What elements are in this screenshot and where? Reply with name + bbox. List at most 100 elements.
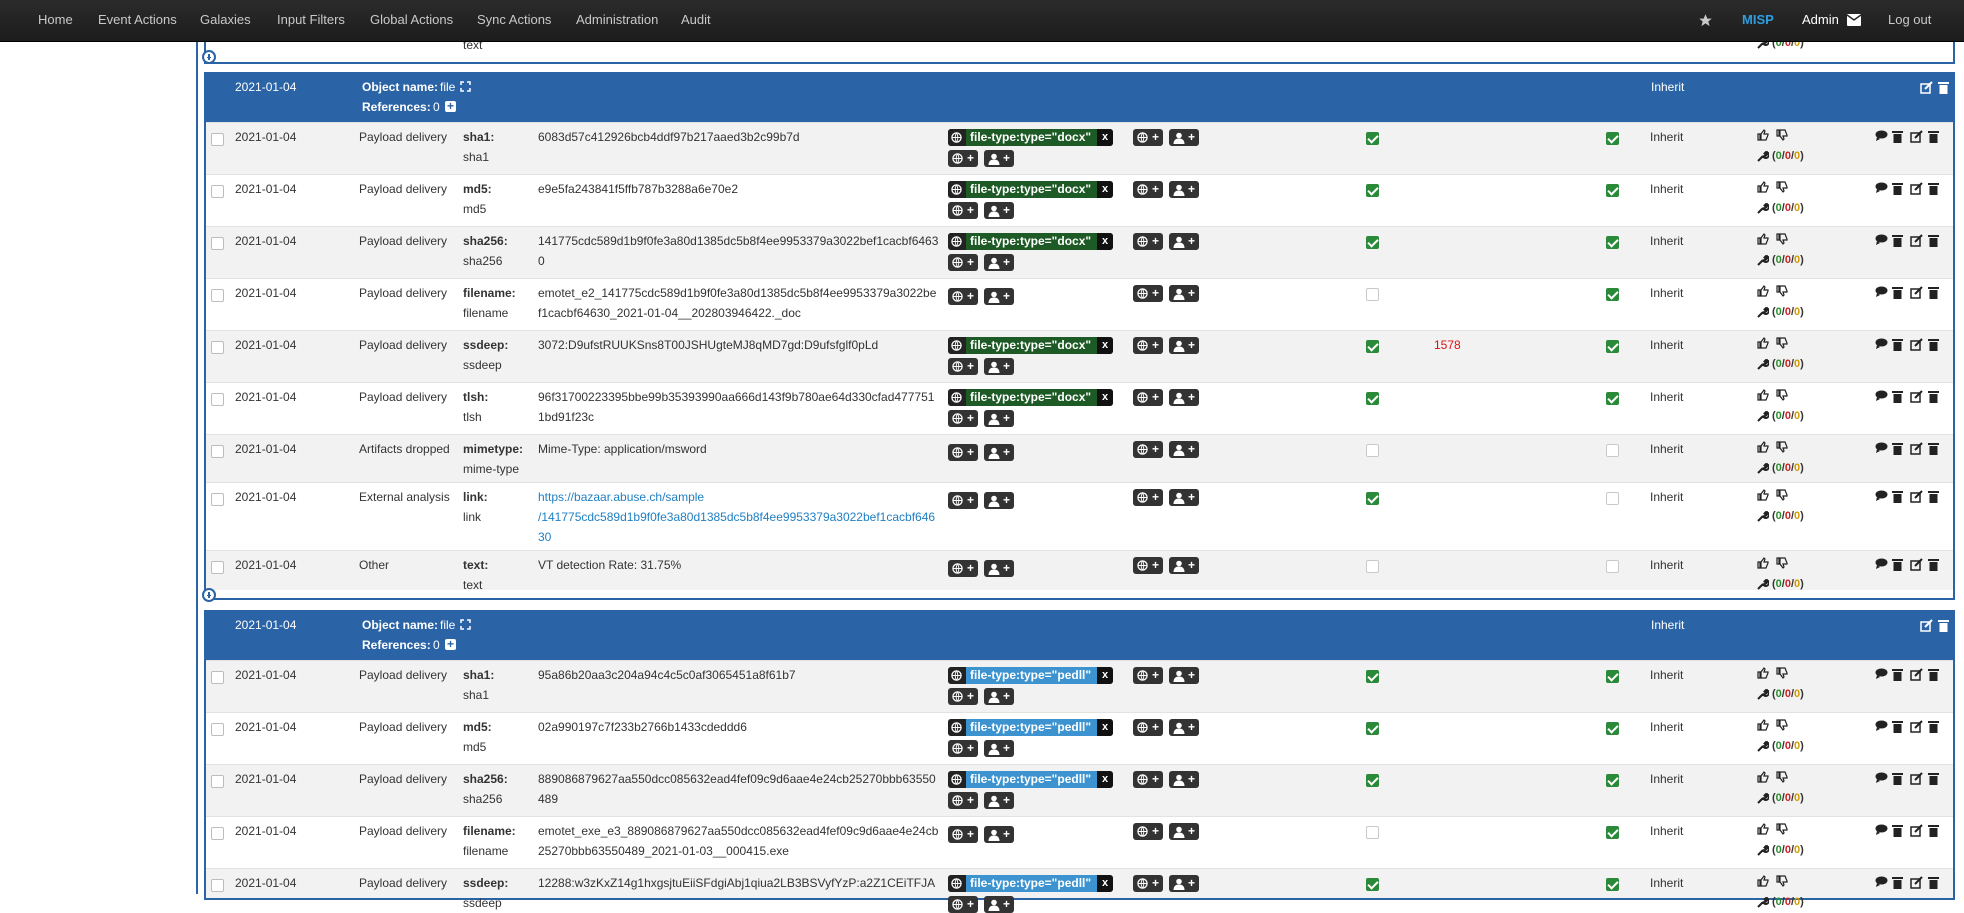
edit-object-icon[interactable] — [1920, 81, 1933, 94]
trash-icon[interactable] — [1892, 720, 1903, 736]
trash-icon[interactable] — [1892, 182, 1903, 198]
comment-icon[interactable] — [1875, 668, 1888, 682]
thumbs-up-icon[interactable] — [1757, 181, 1769, 196]
thumbs-up-icon[interactable] — [1757, 337, 1769, 352]
add-galaxy-button[interactable]: + — [1133, 771, 1163, 788]
add-local-tag-button[interactable]: + — [984, 288, 1014, 305]
delete-object-icon[interactable] — [1938, 619, 1949, 632]
edit-icon[interactable] — [1910, 824, 1923, 840]
delete-icon[interactable] — [1928, 824, 1939, 840]
to-ids-checkbox[interactable] — [1366, 670, 1379, 683]
comment-icon[interactable] — [1875, 286, 1888, 300]
select-checkbox[interactable] — [211, 393, 224, 406]
remove-tag-icon[interactable]: x — [1097, 719, 1113, 736]
add-galaxy-button[interactable]: + — [1133, 823, 1163, 840]
add-galaxy-button[interactable]: + — [1133, 557, 1163, 574]
attribute-link[interactable]: /141775cdc589d1b9f0fe3a80d1385dc5b8f4ee9… — [538, 510, 935, 524]
add-local-tag-button[interactable]: + — [1169, 233, 1199, 250]
wrench-icon[interactable] — [1757, 792, 1770, 807]
thumbs-up-icon[interactable] — [1757, 823, 1769, 838]
select-checkbox[interactable] — [211, 133, 224, 146]
add-galaxy-button[interactable]: + — [948, 688, 978, 705]
add-local-tag-button[interactable]: + — [984, 688, 1014, 705]
add-local-tag-button[interactable]: + — [1169, 823, 1199, 840]
edit-icon[interactable] — [1910, 234, 1923, 250]
select-checkbox[interactable] — [211, 185, 224, 198]
add-local-tag-button[interactable]: + — [1169, 389, 1199, 406]
misp-brand-link[interactable]: MISP — [1742, 0, 1774, 42]
wrench-icon[interactable] — [1757, 202, 1770, 217]
to-ids-checkbox[interactable] — [1366, 722, 1379, 735]
edit-icon[interactable] — [1910, 130, 1923, 146]
attribute-link[interactable]: 30 — [538, 530, 551, 544]
thumbs-down-icon[interactable] — [1776, 823, 1788, 838]
correlate-checkbox[interactable] — [1606, 774, 1619, 787]
add-local-tag-button[interactable]: + — [1169, 129, 1199, 146]
thumbs-down-icon[interactable] — [1776, 181, 1788, 196]
add-local-tag-button[interactable]: + — [984, 410, 1014, 427]
add-local-tag-button[interactable]: + — [1169, 771, 1199, 788]
wrench-icon[interactable] — [1757, 740, 1770, 755]
trash-icon[interactable] — [1892, 390, 1903, 406]
edit-icon[interactable] — [1910, 490, 1923, 506]
thumbs-down-icon[interactable] — [1776, 337, 1788, 352]
thumbs-down-icon[interactable] — [1776, 719, 1788, 734]
add-galaxy-button[interactable]: + — [1133, 489, 1163, 506]
comment-icon[interactable] — [1875, 558, 1888, 572]
delete-object-icon[interactable] — [1938, 81, 1949, 94]
delete-icon[interactable] — [1928, 442, 1939, 458]
nav-sync-actions[interactable]: Sync Actions — [477, 0, 551, 42]
add-local-tag-button[interactable]: + — [1169, 337, 1199, 354]
add-local-tag-button[interactable]: + — [984, 896, 1014, 913]
add-galaxy-button[interactable]: + — [948, 444, 978, 461]
add-galaxy-button[interactable]: + — [948, 826, 978, 843]
wrench-icon[interactable] — [1757, 410, 1770, 425]
thumbs-down-icon[interactable] — [1776, 285, 1788, 300]
add-galaxy-button[interactable]: + — [1133, 337, 1163, 354]
add-galaxy-button[interactable]: + — [1133, 667, 1163, 684]
edit-icon[interactable] — [1910, 558, 1923, 574]
add-local-tag-button[interactable]: + — [984, 254, 1014, 271]
correlate-checkbox[interactable] — [1606, 184, 1619, 197]
to-ids-checkbox[interactable] — [1366, 774, 1379, 787]
delete-icon[interactable] — [1928, 558, 1939, 574]
comment-icon[interactable] — [1875, 442, 1888, 456]
add-local-tag-button[interactable]: + — [1169, 557, 1199, 574]
correlate-checkbox[interactable] — [1606, 340, 1619, 353]
add-local-tag-button[interactable]: + — [984, 358, 1014, 375]
add-local-tag-button[interactable]: + — [1169, 667, 1199, 684]
thumbs-up-icon[interactable] — [1757, 233, 1769, 248]
add-local-tag-button[interactable]: + — [984, 492, 1014, 509]
select-checkbox[interactable] — [211, 879, 224, 892]
add-object-reference-icon[interactable] — [202, 588, 216, 602]
select-checkbox[interactable] — [211, 723, 224, 736]
delete-icon[interactable] — [1928, 390, 1939, 406]
edit-icon[interactable] — [1910, 772, 1923, 788]
add-local-tag-button[interactable]: + — [984, 444, 1014, 461]
correlate-checkbox[interactable] — [1606, 492, 1619, 505]
add-local-tag-button[interactable]: + — [1169, 875, 1199, 892]
add-reference-icon[interactable]: + — [445, 638, 456, 650]
edit-icon[interactable] — [1910, 442, 1923, 458]
add-local-tag-button[interactable]: + — [984, 792, 1014, 809]
trash-icon[interactable] — [1892, 824, 1903, 840]
comment-icon[interactable] — [1875, 390, 1888, 404]
thumbs-up-icon[interactable] — [1757, 667, 1769, 682]
delete-icon[interactable] — [1928, 338, 1939, 354]
thumbs-down-icon[interactable] — [1776, 441, 1788, 456]
delete-icon[interactable] — [1928, 876, 1939, 892]
correlate-checkbox[interactable] — [1606, 392, 1619, 405]
add-local-tag-button[interactable]: + — [1169, 719, 1199, 736]
thumbs-up-icon[interactable] — [1757, 771, 1769, 786]
wrench-icon[interactable] — [1757, 688, 1770, 703]
edit-icon[interactable] — [1910, 286, 1923, 302]
thumbs-up-icon[interactable] — [1757, 129, 1769, 144]
add-galaxy-button[interactable]: + — [1133, 441, 1163, 458]
comment-icon[interactable] — [1875, 490, 1888, 504]
edit-icon[interactable] — [1910, 720, 1923, 736]
edit-icon[interactable] — [1910, 876, 1923, 892]
tag-chip[interactable]: file-type:type="pedll" x — [948, 875, 1113, 892]
correlate-checkbox[interactable] — [1606, 236, 1619, 249]
wrench-icon[interactable] — [1757, 358, 1770, 373]
thumbs-up-icon[interactable] — [1757, 489, 1769, 504]
